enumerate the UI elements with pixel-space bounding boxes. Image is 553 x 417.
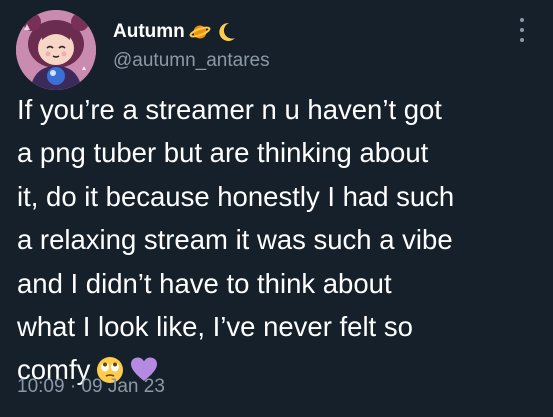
tweet-line: what I look like, I’ve never felt so: [17, 311, 413, 343]
crescent-moon-icon: [215, 21, 237, 43]
display-name[interactable]: Autumn: [113, 21, 185, 43]
avatar[interactable]: [16, 10, 96, 90]
ringed-planet-icon: [189, 21, 211, 43]
tweet-line: a relaxing stream it was such a vibe: [17, 224, 453, 256]
author-handle[interactable]: @autumn_antares: [113, 50, 270, 72]
tweet-line: and I didn’t have to think about: [17, 267, 392, 299]
more-options-icon[interactable]: [514, 18, 530, 42]
author-name-row: Autumn: [113, 18, 237, 46]
tweet-card: Autumn @autumn_antares If you’re a strea…: [0, 0, 553, 417]
tweet-text: If you’re a streamer n u haven’t got a p…: [17, 88, 537, 392]
timestamp[interactable]: 10:09 · 09 Jan 23: [17, 376, 165, 398]
tweet-line: If you’re a streamer n u haven’t got: [17, 94, 442, 125]
tweet-line: it, do it because honestly I had such: [17, 180, 455, 212]
tweet-line: a png tuber but are thinking about: [17, 137, 429, 169]
